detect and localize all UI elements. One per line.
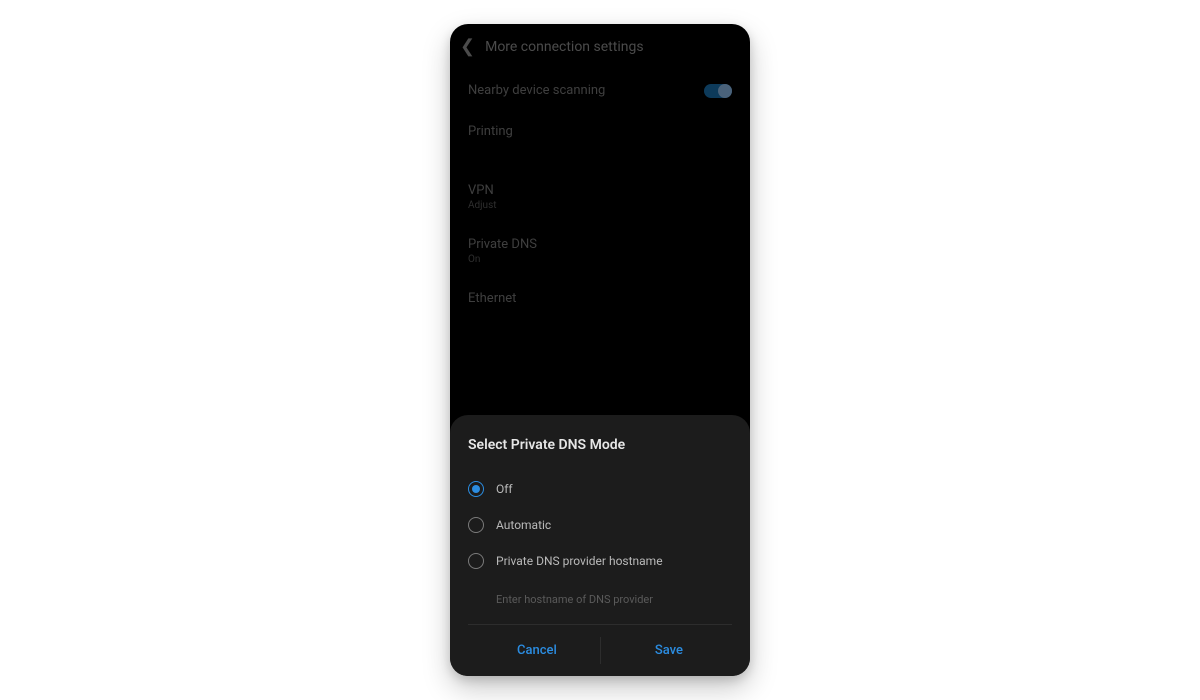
row-printing[interactable]: Printing <box>450 111 750 152</box>
dialog-title: Select Private DNS Mode <box>468 437 732 453</box>
row-label: Printing <box>468 124 513 139</box>
option-automatic[interactable]: Automatic <box>468 507 732 543</box>
save-button[interactable]: Save <box>631 637 707 664</box>
row-label: Private DNS <box>468 237 537 252</box>
divider <box>600 637 601 664</box>
cancel-button[interactable]: Cancel <box>493 637 581 664</box>
option-label: Off <box>496 482 513 496</box>
radio-automatic-icon[interactable] <box>468 517 484 533</box>
row-ethernet[interactable]: Ethernet <box>450 278 750 319</box>
group-divider <box>450 152 750 170</box>
toggle-nearby-device-scanning[interactable] <box>704 84 732 98</box>
back-icon[interactable]: ❮ <box>460 38 475 56</box>
row-nearby-device-scanning[interactable]: Nearby device scanning <box>450 70 750 111</box>
radio-hostname-icon[interactable] <box>468 553 484 569</box>
option-label: Private DNS provider hostname <box>496 554 663 568</box>
option-off[interactable]: Off <box>468 471 732 507</box>
page-title: More connection settings <box>485 39 643 55</box>
option-label: Automatic <box>496 518 551 532</box>
row-sublabel: Adjust <box>468 200 497 211</box>
dialog-actions: Cancel Save <box>468 625 732 664</box>
radio-off-icon[interactable] <box>468 481 484 497</box>
hostname-input[interactable]: Enter hostname of DNS provider <box>468 579 732 625</box>
topbar: ❮ More connection settings <box>450 24 750 70</box>
row-label: Ethernet <box>468 291 516 306</box>
row-label: VPN <box>468 183 497 198</box>
private-dns-dialog: Select Private DNS Mode Off Automatic Pr… <box>450 415 750 676</box>
option-hostname[interactable]: Private DNS provider hostname <box>468 543 732 579</box>
row-vpn[interactable]: VPN Adjust <box>450 170 750 224</box>
phone-screen: ❮ More connection settings Nearby device… <box>450 24 750 676</box>
row-private-dns[interactable]: Private DNS On <box>450 224 750 278</box>
row-sublabel: On <box>468 254 537 265</box>
row-label: Nearby device scanning <box>468 83 605 98</box>
settings-list: Nearby device scanning Printing VPN Adju… <box>450 70 750 319</box>
